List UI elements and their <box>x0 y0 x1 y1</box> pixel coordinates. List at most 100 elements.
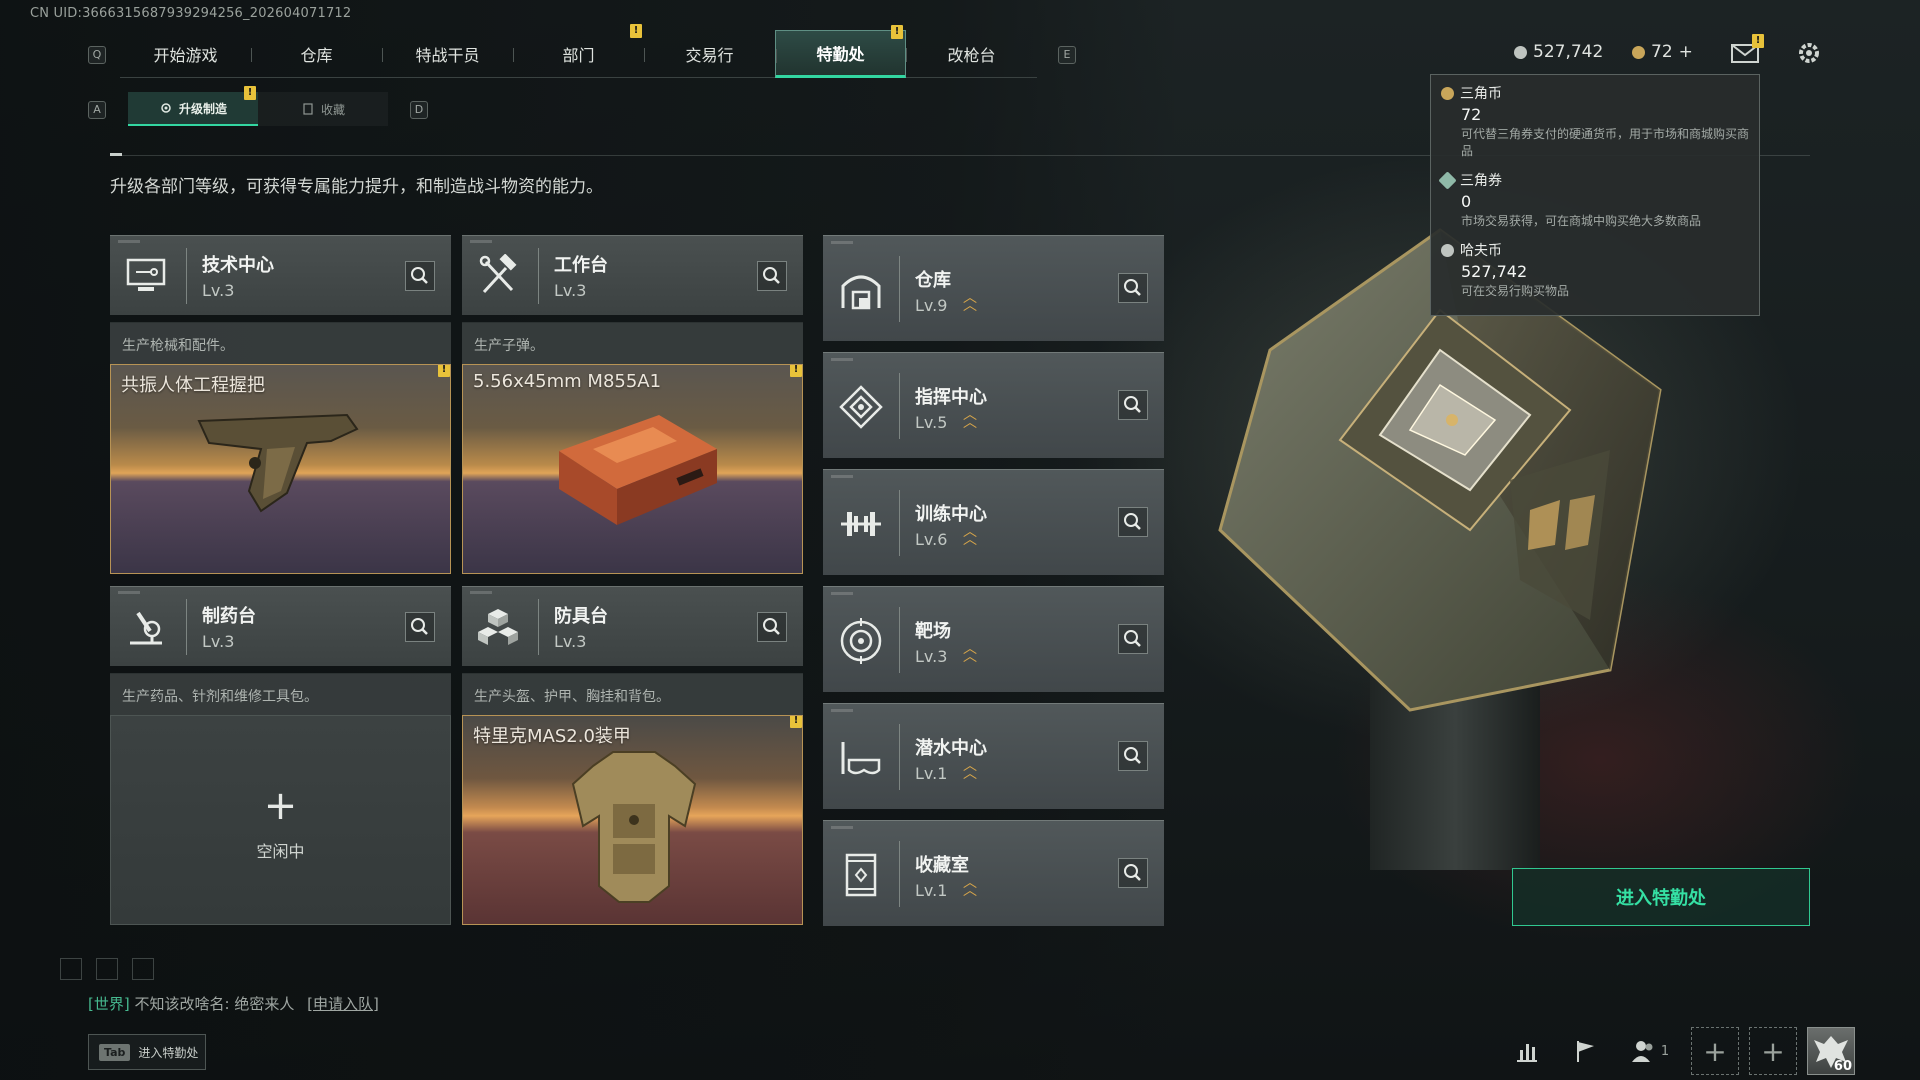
invite-slot-button[interactable]: + <box>1691 1027 1739 1075</box>
department-name: 靶场 <box>915 621 951 642</box>
search-icon <box>1124 630 1141 647</box>
department-level: Lv.9 <box>915 296 948 315</box>
tab-label: 特勤处 <box>816 45 865 64</box>
flag-icon <box>1577 1041 1594 1062</box>
nav-next-key-hint: E <box>1058 46 1076 64</box>
triangle-coin-display[interactable]: 72 + <box>1632 42 1693 62</box>
enter-special-ops-button[interactable]: 进入特勤处 <box>1512 868 1810 926</box>
station-description: 生产枪械和配件。 <box>110 322 451 364</box>
department-level: Lv.1 <box>915 764 948 783</box>
mail-button[interactable]: ! <box>1730 34 1764 68</box>
tab-warehouse[interactable]: 仓库 <box>251 30 382 78</box>
alert-badge: ! <box>244 86 256 100</box>
target-icon <box>840 618 882 664</box>
station-tech-center[interactable]: 技术中心 Lv.3 <box>110 235 451 315</box>
tab-key: Tab <box>99 1043 131 1061</box>
invite-slot-button[interactable]: + <box>1749 1027 1797 1075</box>
chat-sender[interactable]: 不知该改啥名: <box>135 995 230 1013</box>
department-level: Lv.3 <box>915 647 948 666</box>
tab-enter-special-ops-hint[interactable]: Tab 进入特勤处 <box>88 1034 206 1070</box>
inspect-button[interactable] <box>1118 741 1148 771</box>
station-tag <box>831 709 853 712</box>
tab-department[interactable]: 部门 ! <box>513 24 644 78</box>
station-divider <box>186 248 187 304</box>
tooltip-desc: 可代替三角券支付的硬通货币，用于市场和商城购买商品 <box>1461 127 1750 158</box>
tooltip-entry: 三角币 72 可代替三角券支付的硬通货币，用于市场和商城购买商品 <box>1441 83 1749 160</box>
station-divider <box>186 599 187 655</box>
inspect-button[interactable] <box>757 612 787 642</box>
station-level: Lv.3 <box>554 281 587 300</box>
craft-slot-armor-bench[interactable]: 特里克MAS2.0装甲 ! <box>462 715 803 925</box>
triangle-coin-icon <box>1632 45 1645 59</box>
tooltip-title: 三角币 <box>1460 86 1502 102</box>
station-tag <box>470 240 492 243</box>
command-icon <box>839 385 883 429</box>
armor-blocks-icon <box>478 609 518 645</box>
alert-badge: ! <box>891 25 903 39</box>
department-shooting-range[interactable]: 靶场 Lv.3 ︿ ︿ <box>823 586 1164 692</box>
subtab-label: 升级制造 <box>178 101 227 116</box>
monitor-icon <box>126 258 166 291</box>
department-training-center[interactable]: 训练中心 Lv.6 ︿ ︿ <box>823 469 1164 575</box>
craft-slot-workbench[interactable]: 5.56x45mm M855A1 ! <box>462 364 803 574</box>
tooltip-value: 527,742 <box>1461 262 1528 281</box>
player-avatar-button[interactable]: 60 <box>1802 1026 1860 1076</box>
alert-badge: ! <box>630 24 642 38</box>
triangle-coin-amount: 72 <box>1651 42 1673 62</box>
inspect-button[interactable] <box>405 612 435 642</box>
station-armor-bench[interactable]: 防具台 Lv.3 <box>462 586 803 666</box>
diving-mask-icon <box>841 742 881 775</box>
search-icon <box>763 618 780 635</box>
tab-trading[interactable]: 交易行 <box>644 30 775 78</box>
add-craft-icon: + <box>263 783 298 829</box>
department-collection-room[interactable]: 收藏室 Lv.1 ︿ ︿ <box>823 820 1164 926</box>
tooltip-title: 三角券 <box>1460 173 1502 189</box>
station-workbench[interactable]: 工作台 Lv.3 <box>462 235 803 315</box>
hafu-coin-display[interactable]: 527,742 <box>1514 42 1603 62</box>
tooltip-title: 哈夫币 <box>1460 243 1502 259</box>
upgrade-available-icon: ︿ ︿ <box>963 407 977 431</box>
apply-join-team-link[interactable]: [申请入队] <box>307 995 379 1013</box>
inspect-button[interactable] <box>1118 390 1148 420</box>
stats-button[interactable] <box>1498 1026 1556 1076</box>
tab-label: 部门 <box>562 46 595 65</box>
upgrade-available-icon: ︿ ︿ <box>963 641 977 665</box>
subtabs: 升级制造 ! 收藏 <box>128 86 388 126</box>
add-currency-icon[interactable]: + <box>1679 42 1693 62</box>
department-diving-center[interactable]: 潜水中心 Lv.1 ︿ ︿ <box>823 703 1164 809</box>
station-description: 生产药品、针剂和维修工具包。 <box>110 673 451 715</box>
decorative-square <box>96 958 118 980</box>
tab-label: 交易行 <box>685 46 734 65</box>
friends-button[interactable]: 1 <box>1614 1026 1686 1076</box>
settings-button[interactable] <box>1794 38 1824 68</box>
station-pharmacy[interactable]: 制药台 Lv.3 <box>110 586 451 666</box>
craft-slot-pharmacy-idle[interactable]: + 空闲中 <box>110 715 451 925</box>
subtab-upgrade-craft[interactable]: 升级制造 ! <box>128 86 258 126</box>
station-divider <box>899 724 900 790</box>
craft-slot-tech-center[interactable]: 共振人体工程握把 ! <box>110 364 451 574</box>
collection-small-icon <box>303 103 313 115</box>
inspect-button[interactable] <box>405 261 435 291</box>
station-level: Lv.3 <box>202 281 235 300</box>
inspect-button[interactable] <box>1118 624 1148 654</box>
tab-start-game[interactable]: 开始游戏 <box>120 30 251 78</box>
flag-button[interactable] <box>1556 1026 1614 1076</box>
tab-gunsmith[interactable]: 改枪台 <box>906 30 1037 78</box>
tab-special-ops[interactable]: 特勤处 ! <box>775 25 906 78</box>
station-name: 制药台 <box>202 606 256 627</box>
upgrade-available-icon: ︿ ︿ <box>963 875 977 899</box>
player-uid: CN UID:3666315687939294256_202604071712 <box>30 6 352 21</box>
inspect-button[interactable] <box>757 261 787 291</box>
station-divider <box>899 607 900 673</box>
department-warehouse[interactable]: 仓库 Lv.9 ︿ ︿ <box>823 235 1164 341</box>
department-command-center[interactable]: 指挥中心 Lv.5 ︿ ︿ <box>823 352 1164 458</box>
upgrade-available-icon: ︿ ︿ <box>963 290 977 314</box>
subtab-collection[interactable]: 收藏 <box>258 92 388 126</box>
armor-vest-item-icon <box>571 751 697 903</box>
inspect-button[interactable] <box>1118 507 1148 537</box>
tab-operators[interactable]: 特战干员 <box>382 30 513 78</box>
inspect-button[interactable] <box>1118 858 1148 888</box>
microscope-icon <box>130 611 162 645</box>
station-name: 技术中心 <box>202 255 274 276</box>
inspect-button[interactable] <box>1118 273 1148 303</box>
